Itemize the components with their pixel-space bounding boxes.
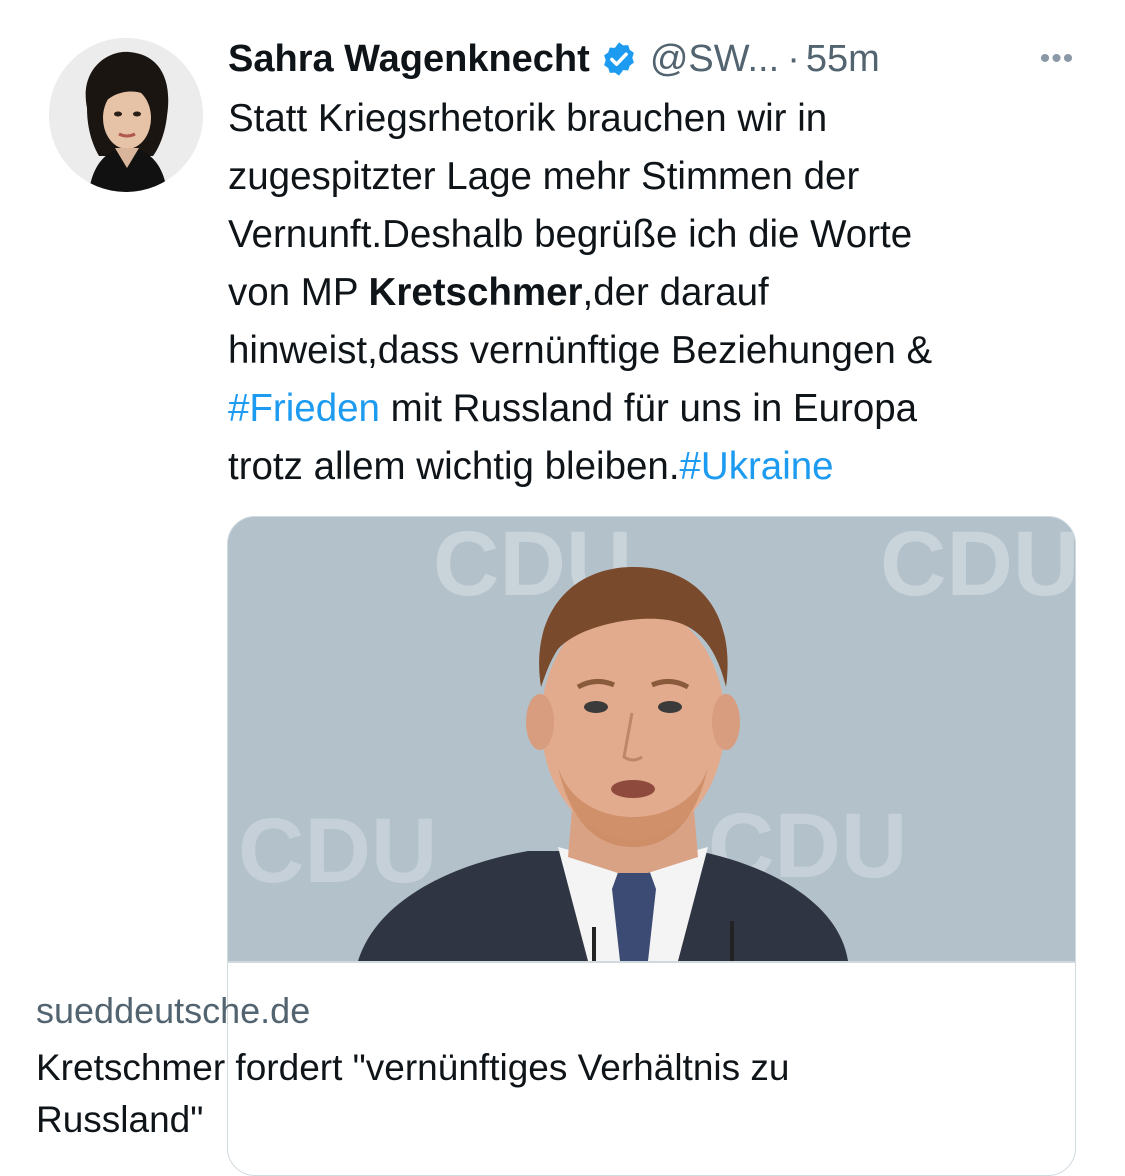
author-name[interactable]: Sahra Wagenknecht: [228, 38, 590, 81]
text-segment: mit Russland für uns in Europa: [379, 387, 918, 430]
backdrop-cdu-text: CDU: [238, 800, 437, 902]
author-handle[interactable]: @SW...: [650, 38, 779, 81]
bold-text: Kretschmer: [368, 271, 583, 314]
text-segment: ,der darauf: [582, 271, 769, 314]
header-separator: ·: [787, 37, 800, 80]
tweet-text-line: Vernunft.Deshalb begrüße ich die Worte: [228, 206, 1088, 264]
more-options-icon[interactable]: •••: [1029, 34, 1085, 84]
card-divider: [228, 961, 1075, 963]
text-segment: zugespitzter Lage mehr Stimmen der: [228, 155, 860, 198]
avatar-photo: [49, 38, 203, 192]
tweet-text-line: hinweist,dass vernünftige Beziehungen &: [228, 322, 1088, 380]
hashtag-link[interactable]: #Frieden: [228, 387, 380, 430]
card-photo: CDU CDU CDU CDU: [228, 517, 1075, 961]
card-image: CDU CDU CDU CDU: [228, 517, 1075, 961]
tweet-timestamp[interactable]: 55m: [806, 38, 880, 81]
tweet-text: Statt Kriegsrhetorik brauchen wir in zuge…: [228, 90, 1088, 496]
hashtag-link[interactable]: #Ukraine: [680, 445, 834, 488]
tweet-text-line: #Frieden mit Russland für uns in Europa: [228, 380, 1088, 438]
text-segment: von MP: [228, 271, 369, 314]
text-segment: Vernunft.Deshalb begrüße ich die Worte: [228, 213, 913, 256]
text-segment: trotz allem wichtig bleiben.: [228, 445, 680, 488]
author-avatar[interactable]: [49, 38, 203, 192]
tweet-text-line: Statt Kriegsrhetorik brauchen wir in: [228, 90, 1088, 148]
tweet-header: Sahra Wagenknecht @SW... · 55m •••: [228, 34, 1085, 84]
text-segment: Statt Kriegsrhetorik brauchen wir in: [228, 97, 828, 140]
text-segment: hinweist,dass vernünftige Beziehungen &: [228, 329, 933, 372]
tweet-text-line: von MP Kretschmer,der darauf: [228, 264, 1088, 322]
verified-badge-icon: [600, 40, 638, 78]
card-title[interactable]: Kretschmer fordert "vernünftiges Verhält…: [36, 1042, 816, 1146]
backdrop-cdu-text: CDU: [880, 517, 1075, 615]
card-domain[interactable]: sueddeutsche.de: [36, 990, 310, 1032]
tweet-text-line: trotz allem wichtig bleiben.#Ukraine: [228, 438, 1088, 496]
tweet-text-line: zugespitzter Lage mehr Stimmen der: [228, 148, 1088, 206]
